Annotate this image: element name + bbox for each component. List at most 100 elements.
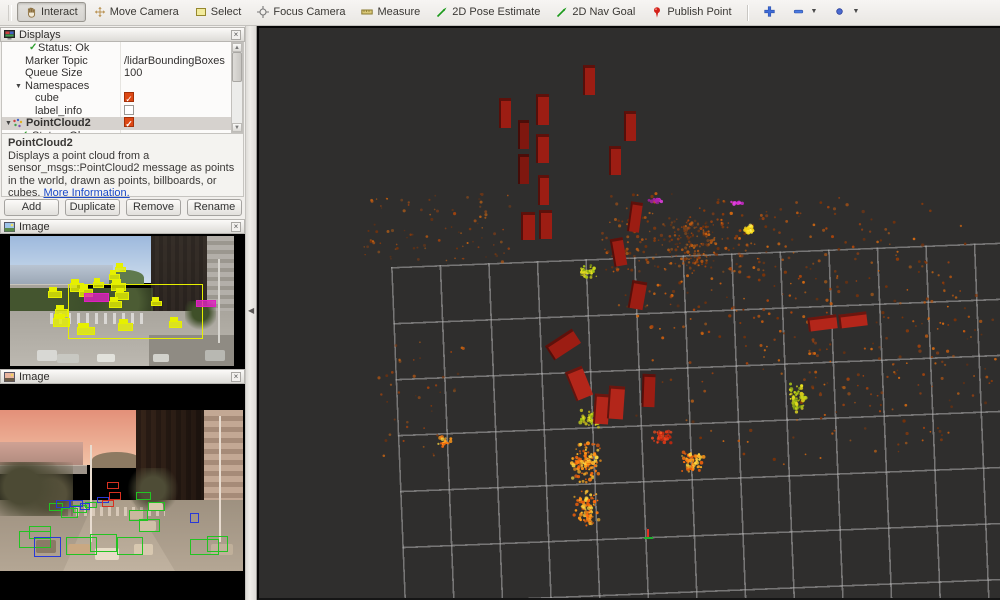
row-label: Marker Topic	[25, 55, 88, 68]
rename-button[interactable]: Rename	[187, 199, 242, 216]
tree-row-queue-size[interactable]: Queue Size 100	[2, 67, 243, 80]
detection-box	[136, 492, 151, 500]
remove-panel-button[interactable]: ▼	[784, 2, 826, 22]
detection-box	[66, 537, 98, 555]
displays-icon	[4, 30, 15, 40]
nav-goal-arrow-icon	[556, 6, 568, 18]
image-panel-2-title: Image	[19, 371, 231, 383]
lidar-bounding-box	[641, 374, 655, 407]
display-description: PointCloud2 Displays a point cloud from …	[1, 133, 244, 197]
vehicle	[57, 354, 79, 363]
image-panel-1-titlebar[interactable]: Image ×	[0, 219, 245, 234]
2d-pose-estimate-tool[interactable]: 2D Pose Estimate	[428, 2, 548, 22]
publish-point-tool[interactable]: Publish Point	[643, 2, 739, 22]
publish-point-pin-icon	[651, 6, 663, 18]
image-panel-2-titlebar[interactable]: Image ×	[0, 369, 245, 384]
select-icon	[195, 6, 207, 18]
focus-camera-tool[interactable]: Focus Camera	[249, 2, 353, 22]
vehicle	[153, 354, 169, 362]
scroll-up-icon[interactable]: ▲	[232, 43, 242, 52]
collapse-arrow-icon[interactable]: ◀	[248, 306, 254, 315]
detection-box	[34, 537, 61, 556]
detection-box	[102, 500, 114, 506]
lidar-bounding-box	[499, 98, 511, 128]
panel-splitter[interactable]: ◀	[245, 26, 257, 600]
image-panel-icon	[4, 372, 15, 382]
detection-box	[109, 492, 121, 500]
tree-row-marker-topic[interactable]: Marker Topic/lidarBoundingBoxes	[2, 55, 243, 68]
row-label: PointCloud2	[26, 117, 91, 130]
detection-box	[48, 291, 61, 299]
PointCloud2-checkbox[interactable]: ✓	[124, 117, 134, 127]
detection-box	[115, 267, 126, 272]
cube-checkbox[interactable]: ✓	[124, 92, 134, 102]
tree-row-status--ok[interactable]: ✓Status: Ok	[2, 42, 243, 55]
origin-axis-z	[647, 529, 649, 537]
lidar-bounding-box	[624, 111, 636, 141]
remove-button[interactable]: Remove	[126, 199, 181, 216]
detection-box	[109, 301, 122, 308]
detection-box	[77, 327, 95, 335]
image-1-close-icon[interactable]: ×	[231, 222, 241, 232]
scroll-down-icon[interactable]: ▼	[232, 123, 242, 132]
displays-panel-title: Displays	[19, 29, 231, 41]
displays-tree-scrollbar[interactable]: ▲ ▼	[231, 42, 243, 133]
displays-close-icon[interactable]: ×	[231, 30, 241, 40]
move-camera-tool[interactable]: Move Camera	[86, 2, 187, 22]
tree-row-pointcloud2[interactable]: ▼ PointCloud2 ✓	[2, 117, 243, 130]
row-label: Queue Size	[25, 67, 82, 80]
move-camera-icon	[94, 6, 106, 18]
detection-box	[196, 300, 216, 308]
3d-viewport[interactable]	[257, 26, 1000, 600]
2d-nav-goal-tool[interactable]: 2D Nav Goal	[548, 2, 643, 22]
row-value[interactable]: 100	[124, 67, 142, 80]
displays-tree[interactable]: ✓Status: OkMarker Topic/lidarBoundingBox…	[1, 42, 244, 133]
detection-box	[56, 500, 71, 508]
measure-tool[interactable]: Measure	[353, 2, 428, 22]
camera-image-1	[10, 236, 234, 366]
displays-buttons-row: Add Duplicate Remove Rename	[2, 199, 244, 217]
tree-row-cube[interactable]: cube✓	[2, 92, 243, 105]
displays-panel-titlebar[interactable]: Displays ×	[0, 27, 245, 42]
hand-icon	[25, 6, 37, 18]
status-ok-check-icon: ✓	[29, 42, 37, 55]
duplicate-button[interactable]: Duplicate	[65, 199, 120, 216]
tree-row-label_info[interactable]: label_info	[2, 105, 243, 118]
detection-box	[190, 513, 200, 523]
add-panel-button[interactable]	[755, 2, 784, 22]
more-information-link[interactable]: More Information.	[43, 187, 129, 199]
interact-tool[interactable]: Interact	[17, 2, 86, 22]
detection-box	[61, 508, 78, 518]
add-button[interactable]: Add	[4, 199, 59, 216]
detection-box	[151, 301, 162, 306]
lidar-bounding-box	[521, 212, 535, 240]
lidar-bounding-box	[536, 134, 549, 163]
toolbar-drag-handle[interactable]	[8, 5, 12, 21]
panel-options-button[interactable]: ▼	[825, 2, 867, 22]
row-value[interactable]: /lidarBoundingBoxes	[124, 55, 225, 68]
select-tool[interactable]: Select	[187, 2, 250, 22]
main-toolbar: InteractMove CameraSelectFocus CameraMea…	[0, 0, 1000, 26]
detection-box	[117, 537, 144, 555]
scene2-pole	[90, 445, 92, 542]
image-panel-1-title: Image	[19, 221, 231, 233]
lidar-bounding-box	[609, 146, 621, 175]
lidar-bounding-box	[518, 120, 529, 149]
label_info-checkbox[interactable]	[124, 105, 134, 115]
origin-axis-y	[644, 537, 653, 539]
lidar-bounding-box	[607, 385, 625, 419]
detection-box	[169, 321, 182, 329]
lidar-bounding-box	[536, 94, 549, 125]
add-panel-icon	[763, 5, 776, 18]
detection-box	[118, 323, 134, 331]
toolbar-separator	[747, 5, 748, 21]
camera-image-2	[0, 410, 243, 571]
tree-row-namespaces[interactable]: ▼Namespaces	[2, 80, 243, 93]
detection-box	[107, 482, 119, 488]
scrollbar-thumb[interactable]	[232, 52, 242, 82]
image-2-close-icon[interactable]: ×	[231, 372, 241, 382]
detection-box	[148, 502, 165, 512]
panel-options-icon	[833, 5, 846, 18]
vehicle	[205, 350, 225, 360]
detection-box	[53, 318, 71, 327]
